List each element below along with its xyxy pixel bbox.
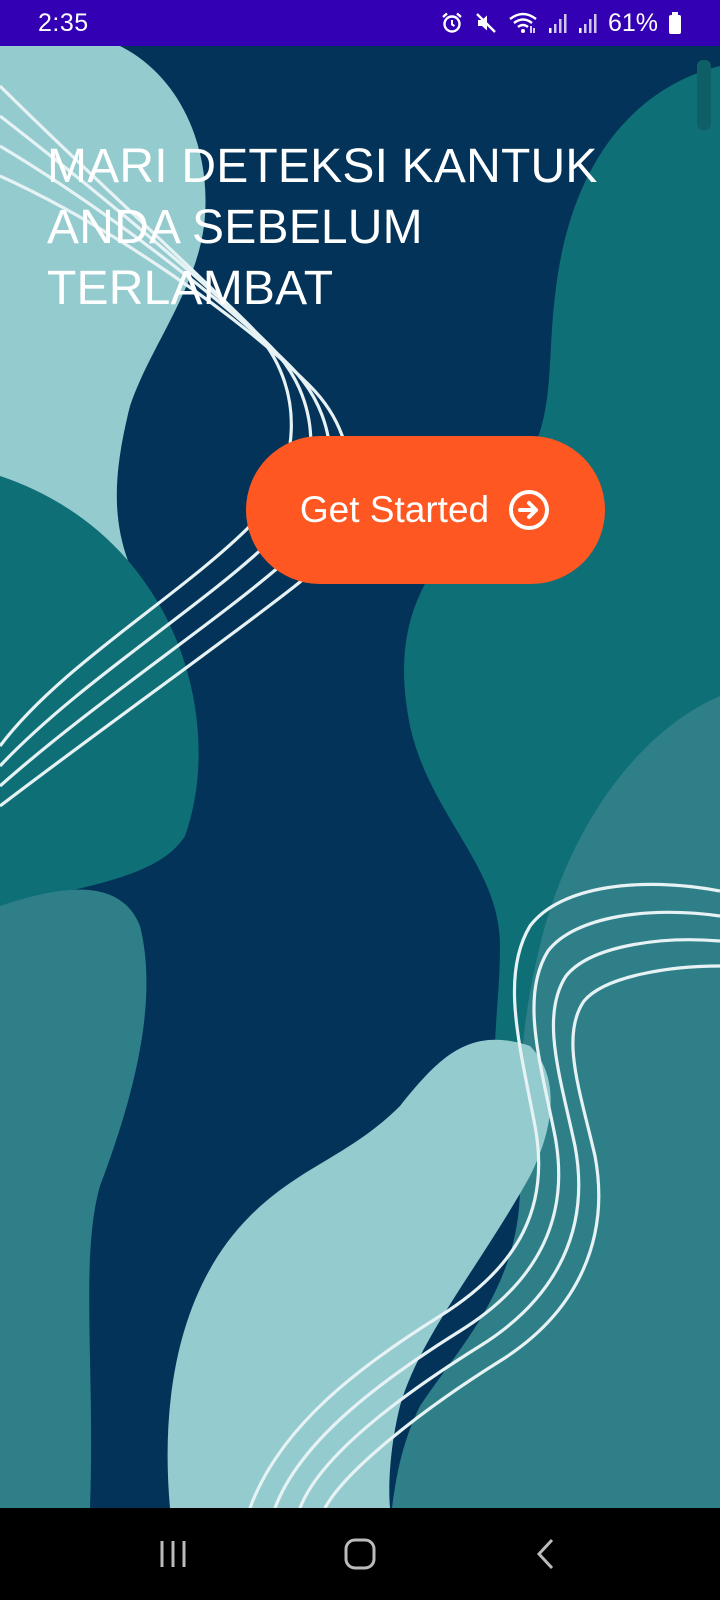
signal-icon [548,14,567,33]
navigation-bar [0,1508,720,1600]
recents-button[interactable] [128,1519,218,1589]
back-button[interactable] [502,1519,592,1589]
signal-icon [578,14,597,33]
wifi-icon [509,12,537,33]
watermark [697,60,711,130]
get-started-button[interactable]: Get Started [246,436,605,584]
recents-icon [160,1541,186,1567]
get-started-label: Get Started [299,489,490,530]
home-button[interactable] [315,1519,405,1589]
welcome-screen: MARI DETEKSI KANTUK ANDA SEBELUM TERLAMB… [0,46,720,1508]
status-time: 2:35 [38,8,89,37]
home-icon [344,1538,376,1570]
page-title: MARI DETEKSI KANTUK ANDA SEBELUM TERLAMB… [47,140,598,315]
battery-icon [669,12,681,34]
screen: 2:35 61% MARI DETEKSI KANTUK ANDA SEBELU… [0,0,720,1600]
status-icons: 61% [440,9,682,38]
alarm-icon [442,12,462,33]
status-bar: 2:35 61% [0,0,720,46]
back-icon [536,1538,553,1570]
battery-percentage: 61% [607,8,658,37]
arrow-circle-right-icon [509,490,550,530]
mute-icon [476,13,496,33]
